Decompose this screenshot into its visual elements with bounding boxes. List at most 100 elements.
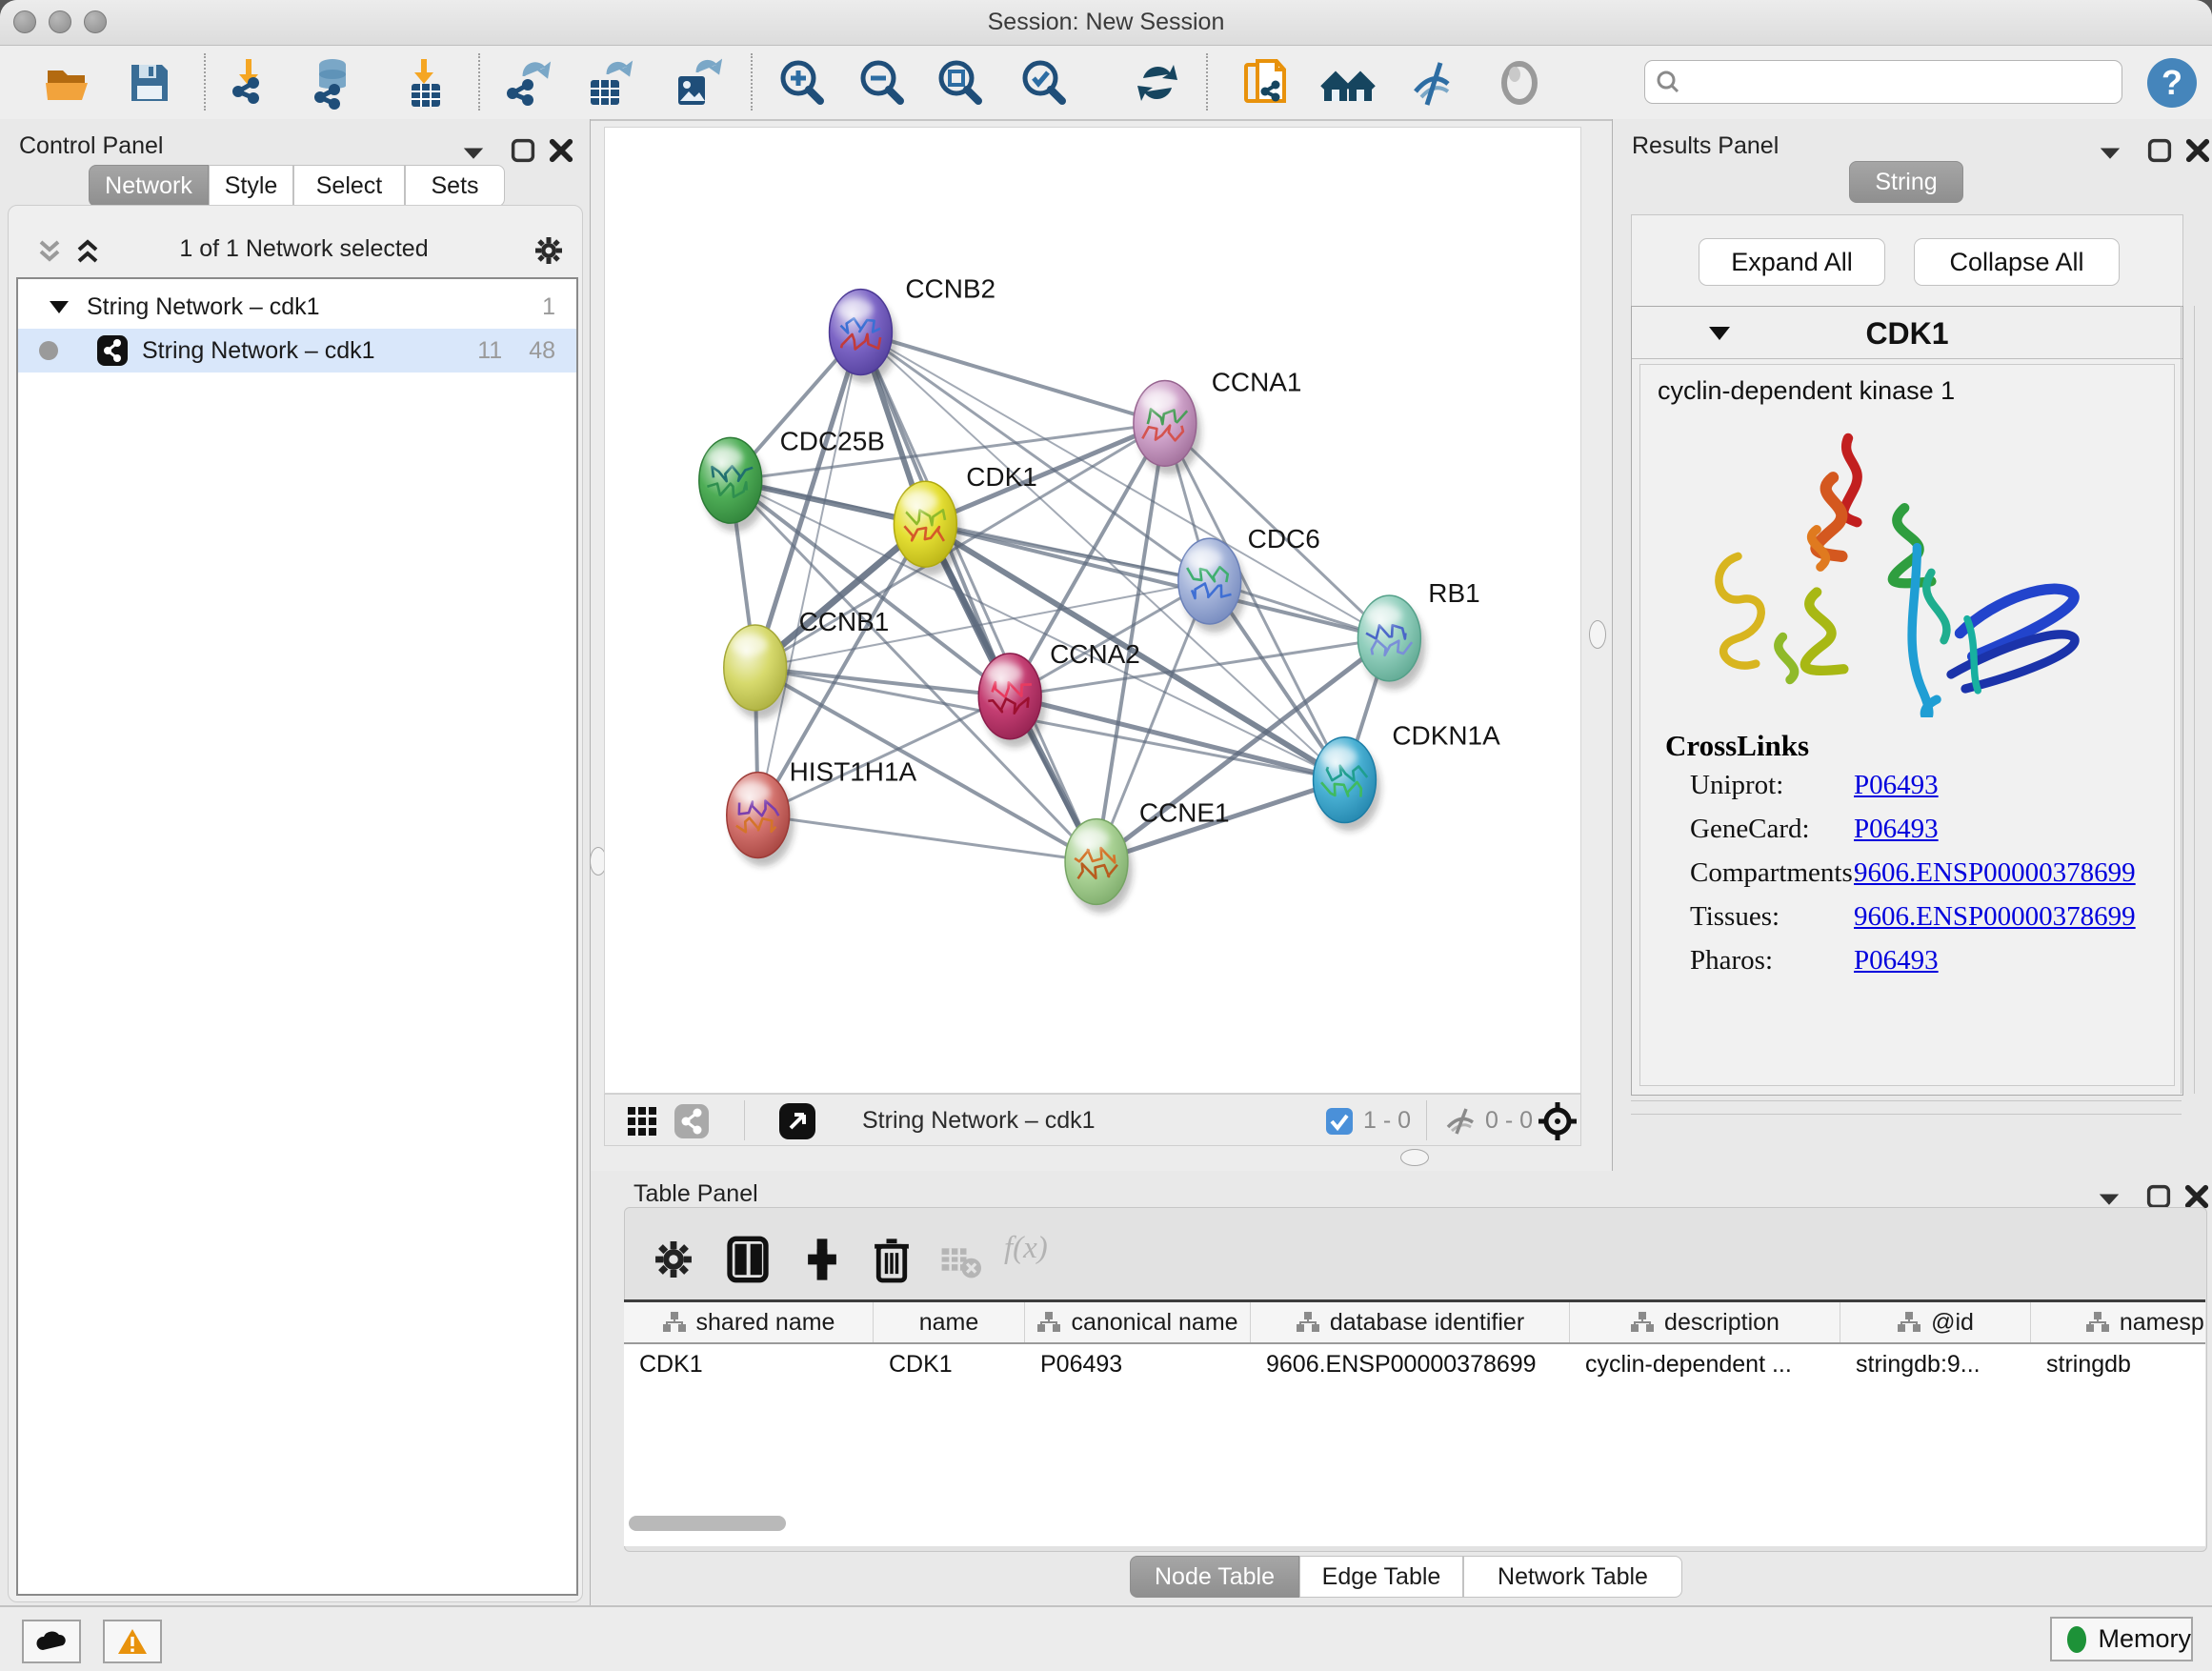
table-cell[interactable]: stringdb bbox=[2031, 1344, 2205, 1386]
table-row[interactable]: CDK1CDK1P064939606.ENSP00000378699cyclin… bbox=[624, 1344, 2205, 1386]
zoom-out-icon[interactable] bbox=[854, 55, 909, 111]
crosslink-value-link[interactable]: P06493 bbox=[1854, 770, 1939, 801]
share-view-icon[interactable] bbox=[674, 1103, 710, 1139]
grid-view-icon[interactable] bbox=[626, 1105, 658, 1137]
zoom-fit-icon[interactable] bbox=[932, 55, 987, 111]
vertical-scrollbar[interactable] bbox=[2194, 306, 2195, 1094]
import-table-icon[interactable] bbox=[398, 55, 453, 111]
gene-section-header[interactable]: CDK1 bbox=[1632, 307, 2182, 359]
table-cell[interactable]: P06493 bbox=[1025, 1344, 1251, 1386]
tab-node-table[interactable]: Node Table bbox=[1130, 1556, 1299, 1598]
tree-expander-icon[interactable] bbox=[47, 296, 71, 317]
float-panel-icon[interactable] bbox=[2143, 136, 2176, 165]
selected-checkbox-icon[interactable] bbox=[1325, 1107, 1354, 1136]
column-header-namespace[interactable]: namespace bbox=[2031, 1302, 2205, 1342]
tab-edge-table[interactable]: Edge Table bbox=[1299, 1556, 1463, 1598]
network-edge[interactable] bbox=[758, 332, 861, 815]
network-edge[interactable] bbox=[860, 332, 1389, 638]
network-edge[interactable] bbox=[860, 332, 1164, 424]
edge-count: 48 bbox=[529, 337, 555, 365]
import-network-file-icon[interactable] bbox=[225, 55, 280, 111]
column-header-description[interactable]: description bbox=[1570, 1302, 1840, 1342]
network-collection-row[interactable]: String Network – cdk1 1 bbox=[18, 285, 576, 329]
crosslink-value-link[interactable]: P06493 bbox=[1854, 945, 1939, 976]
expand-all-icon[interactable] bbox=[73, 238, 102, 265]
first-neighbors-icon[interactable] bbox=[1320, 55, 1376, 111]
table-header-row[interactable]: shared namenamecanonical namedatabase id… bbox=[624, 1302, 2205, 1344]
column-header-canonical-name[interactable]: canonical name bbox=[1025, 1302, 1251, 1342]
column-header-name[interactable]: name bbox=[874, 1302, 1025, 1342]
collapse-all-icon[interactable] bbox=[35, 238, 64, 265]
import-network-database-icon[interactable] bbox=[305, 55, 360, 111]
crosslink-label: Pharos: bbox=[1690, 945, 1773, 976]
warning-status-button[interactable] bbox=[103, 1620, 162, 1663]
network-edge[interactable] bbox=[758, 696, 1010, 815]
crosslink-value-link[interactable]: 9606.ENSP00000378699 bbox=[1854, 857, 2136, 889]
network-node-CDKN1A[interactable]: CDKN1A bbox=[1314, 721, 1501, 832]
memory-button[interactable]: Memory bbox=[2050, 1617, 2193, 1661]
table-cell[interactable]: cyclin-dependent ... bbox=[1570, 1344, 1840, 1386]
tab-style[interactable]: Style bbox=[209, 165, 293, 207]
show-all-icon[interactable] bbox=[1492, 55, 1547, 111]
column-header-shared-name[interactable]: shared name bbox=[624, 1302, 874, 1342]
crosslink-value-link[interactable]: P06493 bbox=[1854, 814, 1939, 845]
add-column-icon[interactable] bbox=[800, 1235, 844, 1284]
tab-network-table[interactable]: Network Table bbox=[1463, 1556, 1682, 1598]
crosslink-value-link[interactable]: 9606.ENSP00000378699 bbox=[1854, 901, 2136, 933]
function-builder-icon: f(x) bbox=[1004, 1231, 1048, 1280]
tab-string[interactable]: String bbox=[1849, 161, 1963, 203]
splitter-handle[interactable] bbox=[1400, 1149, 1429, 1166]
cloud-status-button[interactable] bbox=[22, 1620, 81, 1663]
save-session-icon[interactable] bbox=[122, 55, 177, 111]
zoom-selected-icon[interactable] bbox=[1016, 55, 1071, 111]
panel-menu-icon[interactable] bbox=[457, 138, 490, 167]
network-row-selected[interactable]: String Network – cdk1 11 48 bbox=[18, 329, 576, 372]
table-cell[interactable]: CDK1 bbox=[874, 1344, 1025, 1386]
network-node-CCNA1[interactable]: CCNA1 bbox=[1134, 367, 1302, 474]
help-icon[interactable]: ? bbox=[2144, 55, 2200, 111]
export-table-icon[interactable] bbox=[579, 55, 634, 111]
hierarchy-icon bbox=[1897, 1311, 1921, 1334]
table-gear-icon[interactable] bbox=[652, 1235, 695, 1284]
refresh-view-icon[interactable] bbox=[1130, 55, 1185, 111]
table-cell[interactable]: CDK1 bbox=[624, 1344, 874, 1386]
column-header-database-identifier[interactable]: database identifier bbox=[1251, 1302, 1570, 1342]
column-header--id[interactable]: @id bbox=[1840, 1302, 2031, 1342]
network-canvas[interactable]: CCNB2CCNA1CDC25BCDK1CDC6RB1CCNB1CCNA2CDK… bbox=[604, 127, 1581, 1094]
status-bar: Memory bbox=[0, 1605, 2212, 1671]
export-image-icon[interactable] bbox=[667, 55, 722, 111]
open-session-icon[interactable] bbox=[40, 55, 95, 111]
network-edge[interactable] bbox=[758, 815, 1096, 862]
zoom-in-icon[interactable] bbox=[774, 55, 829, 111]
tab-sets[interactable]: Sets bbox=[405, 165, 505, 207]
detach-view-icon[interactable] bbox=[778, 1102, 816, 1140]
horizontal-scrollbar[interactable] bbox=[1631, 1114, 2182, 1115]
table-hscroll-thumb[interactable] bbox=[629, 1516, 786, 1531]
network-node-RB1[interactable]: RB1 bbox=[1357, 578, 1479, 690]
table-cell[interactable]: stringdb:9... bbox=[1840, 1344, 2031, 1386]
export-network-icon[interactable] bbox=[499, 55, 554, 111]
hide-selection-icon[interactable] bbox=[1406, 55, 1461, 111]
network-node-CCNE1[interactable]: CCNE1 bbox=[1065, 798, 1230, 914]
tab-network[interactable]: Network bbox=[89, 165, 209, 207]
gear-icon[interactable] bbox=[533, 234, 565, 267]
close-panel-icon[interactable] bbox=[545, 136, 577, 165]
splitter-handle[interactable] bbox=[1589, 620, 1606, 649]
show-columns-icon[interactable] bbox=[726, 1235, 770, 1284]
vertical-scrollbar[interactable] bbox=[2181, 306, 2182, 1094]
network-node-CDK1[interactable]: CDK1 bbox=[894, 462, 1036, 575]
new-network-from-selection-icon[interactable] bbox=[1238, 55, 1294, 111]
horizontal-scrollbar[interactable] bbox=[1631, 1100, 2182, 1101]
network-node-HIST1H1A[interactable]: HIST1H1A bbox=[727, 757, 917, 867]
close-panel-icon[interactable] bbox=[2182, 136, 2212, 165]
tab-select[interactable]: Select bbox=[293, 165, 405, 207]
expand-all-button[interactable]: Expand All bbox=[1699, 238, 1885, 286]
float-panel-icon[interactable] bbox=[507, 136, 539, 165]
collapse-all-button[interactable]: Collapse All bbox=[1914, 238, 2120, 286]
delete-column-icon[interactable] bbox=[871, 1235, 913, 1284]
birds-eye-view-icon[interactable] bbox=[1537, 1100, 1579, 1142]
network-node-CDC25B[interactable]: CDC25B bbox=[699, 426, 885, 532]
search-input[interactable] bbox=[1644, 60, 2122, 104]
table-cell[interactable]: 9606.ENSP00000378699 bbox=[1251, 1344, 1570, 1386]
panel-menu-icon[interactable] bbox=[2094, 138, 2126, 167]
